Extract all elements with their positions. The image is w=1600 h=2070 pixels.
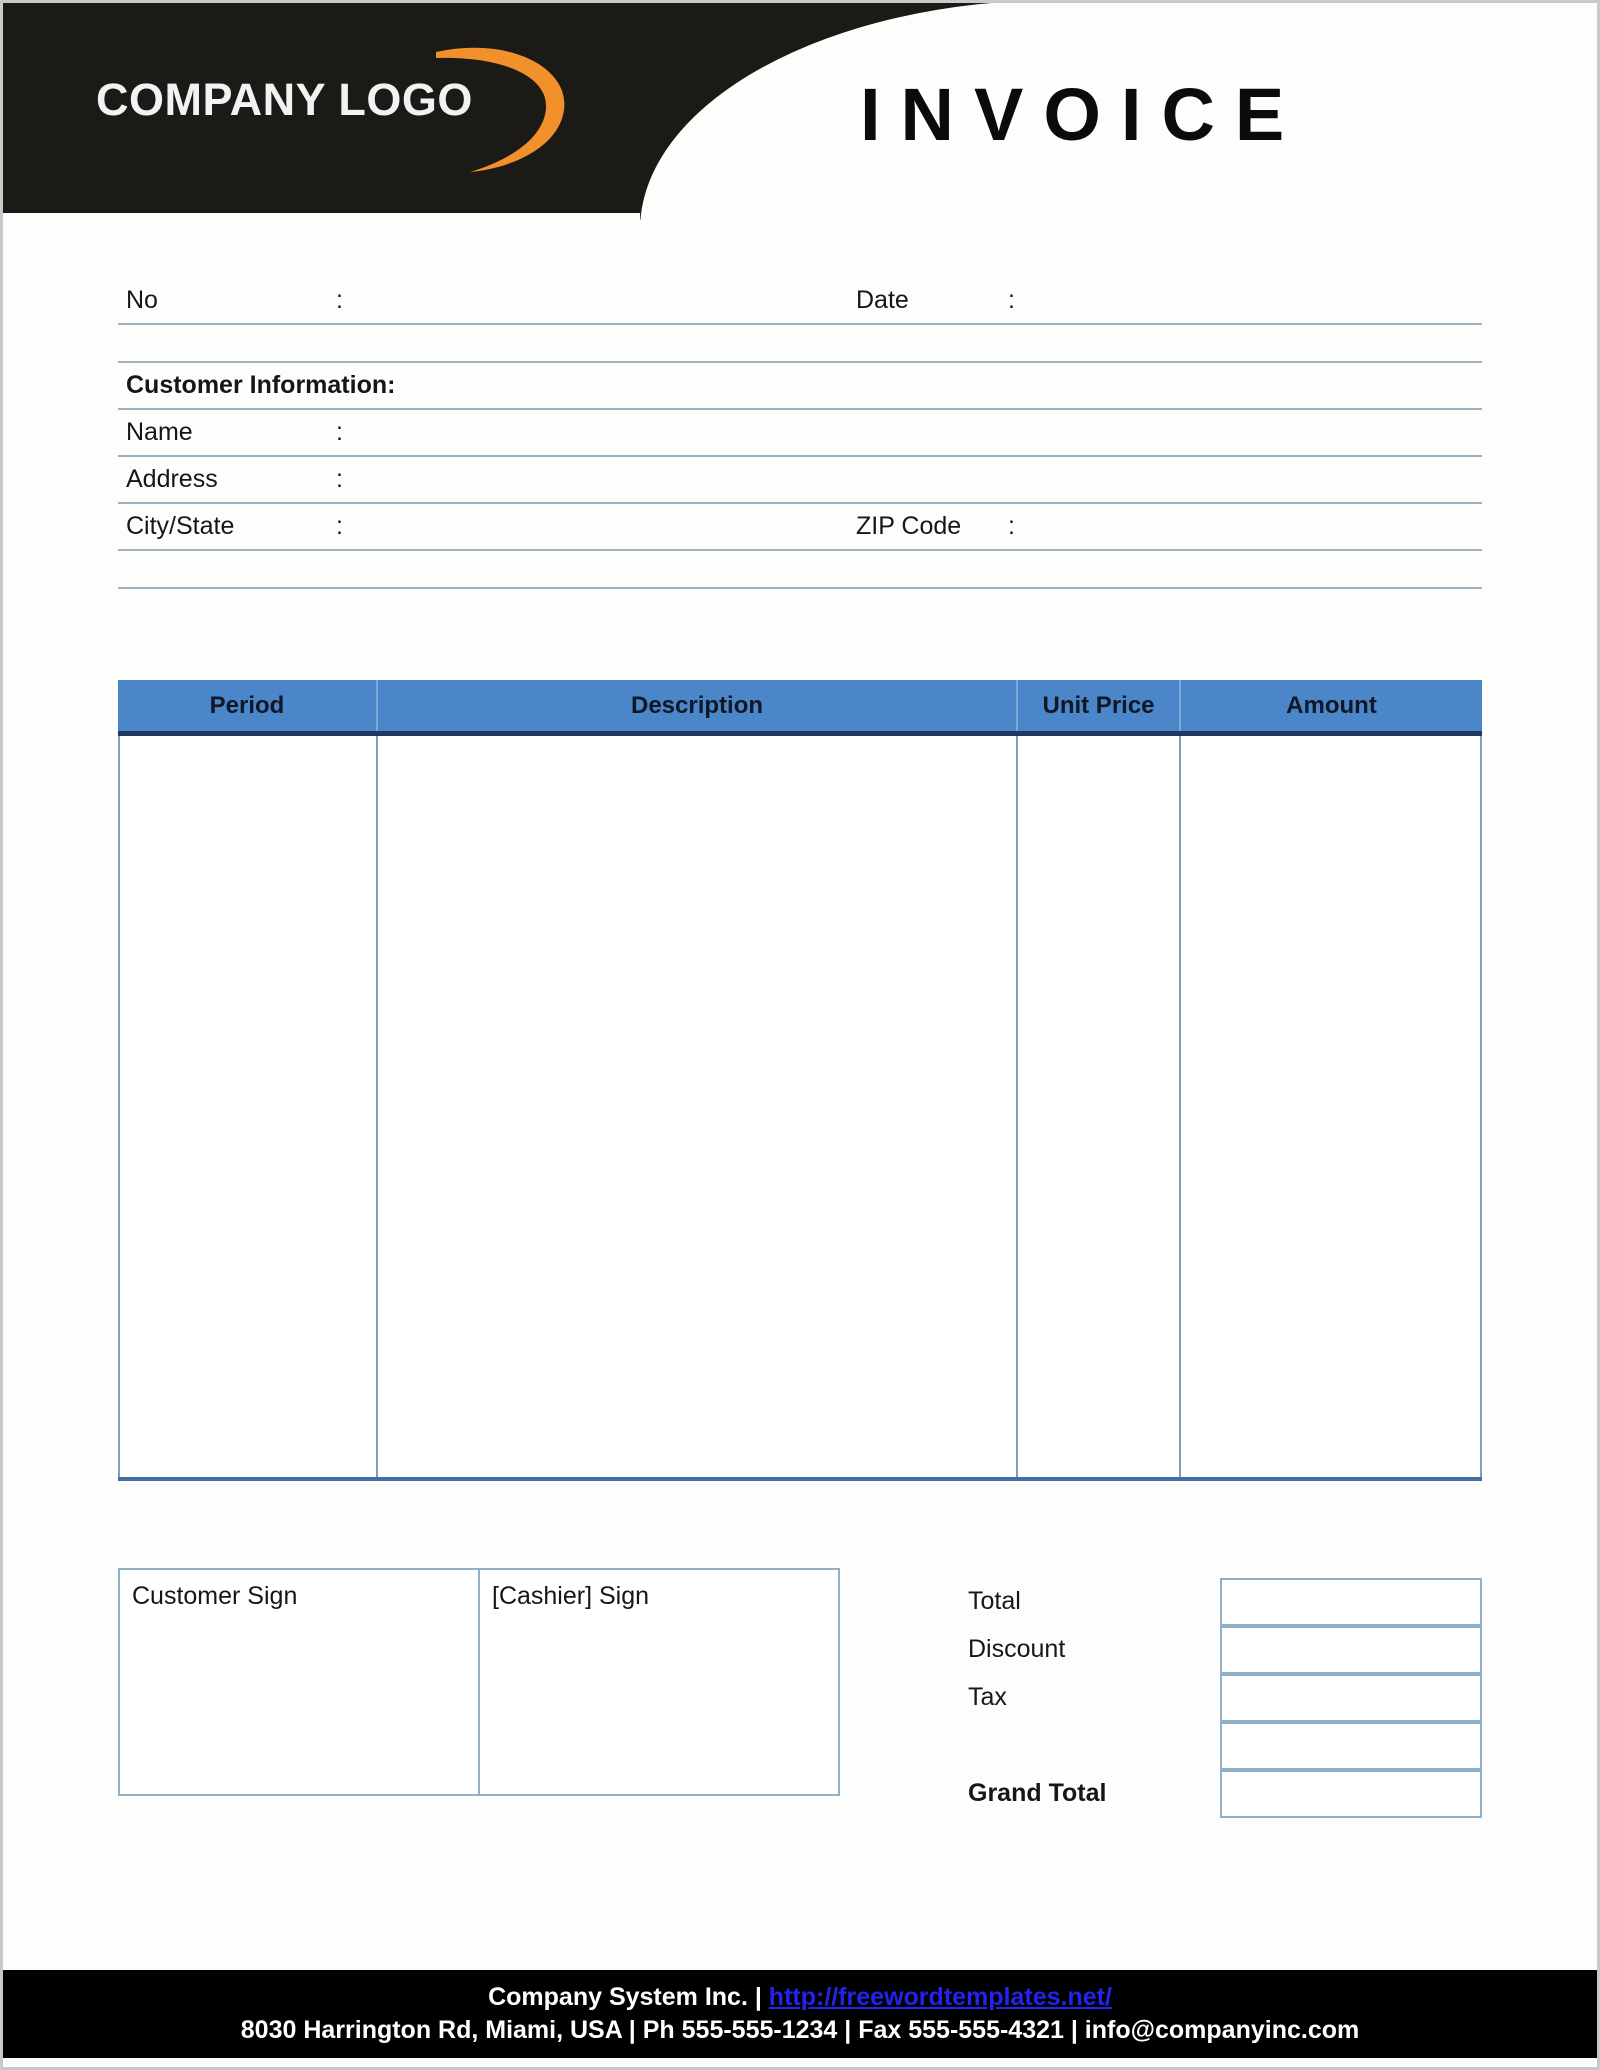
grand-total-label: Grand Total [968, 1779, 1107, 1807]
customer-sign-label: Customer Sign [132, 1582, 298, 1610]
line-items-table: Period Description Unit Price Amount [118, 680, 1482, 1481]
total-label: Total [968, 1587, 1021, 1615]
line-items-amount-column[interactable] [1179, 736, 1482, 1477]
column-header-amount-label: Amount [1286, 691, 1377, 719]
footer-company-name: Company System Inc. | [488, 1983, 769, 2011]
column-header-unit-price: Unit Price [1016, 680, 1179, 731]
field-row-city-state-zip: City/State : ZIP Code : [118, 504, 1482, 551]
discount-label: Discount [968, 1635, 1066, 1663]
totals-row-tax: Tax [968, 1674, 1482, 1722]
invoice-page: COMPANY LOGO INVOICE No : Date : Custome… [0, 0, 1600, 2070]
grand-total-value-box[interactable] [1220, 1770, 1482, 1818]
date-colon: : [1008, 286, 1015, 314]
totals-section: Total Discount Tax Grand Total [968, 1578, 1482, 1818]
address-colon: : [336, 465, 343, 493]
line-items-description-column[interactable] [376, 736, 1016, 1477]
blank-value-box[interactable] [1220, 1722, 1482, 1770]
footer-address-line: 8030 Harrington Rd, Miami, USA | Ph 555-… [240, 2016, 1360, 2044]
address-label: Address [126, 465, 218, 493]
page-footer: Company System Inc. | http://freewordtem… [0, 1970, 1600, 2058]
footer-company-line: Company System Inc. | http://freewordtem… [488, 1981, 1112, 2014]
line-items-period-column[interactable] [118, 736, 376, 1477]
footer-website-link[interactable]: http://freewordtemplates.net/ [769, 1983, 1112, 2011]
totals-row-discount: Discount [968, 1626, 1482, 1674]
signature-box: Customer Sign [Cashier] Sign [118, 1568, 840, 1796]
column-header-unit-price-label: Unit Price [1042, 691, 1155, 719]
city-state-colon: : [336, 512, 343, 540]
totals-row-grand-total: Grand Total [968, 1770, 1482, 1818]
line-items-unit-price-column[interactable] [1016, 736, 1179, 1477]
column-header-period-label: Period [209, 691, 285, 719]
company-logo-text: COMPANY LOGO [96, 74, 473, 125]
customer-sign-cell[interactable]: Customer Sign [120, 1570, 478, 1794]
page-title: INVOICE [860, 73, 1305, 156]
column-header-description: Description [376, 680, 1016, 731]
invoice-form-fields: No : Date : Customer Information: Name :… [118, 278, 1482, 589]
total-value-box[interactable] [1220, 1578, 1482, 1626]
totals-row-total: Total [968, 1578, 1482, 1626]
date-label: Date [856, 286, 909, 314]
zip-code-label: ZIP Code [856, 512, 962, 540]
column-header-description-label: Description [630, 691, 764, 719]
cashier-sign-cell[interactable]: [Cashier] Sign [478, 1570, 838, 1794]
column-header-period: Period [118, 680, 376, 731]
field-row-address: Address : [118, 457, 1482, 504]
field-row-trailing-blank [118, 551, 1482, 589]
city-state-label: City/State [126, 512, 235, 540]
field-row-name: Name : [118, 410, 1482, 457]
customer-information-heading-row: Customer Information: [118, 363, 1482, 410]
orange-swoosh-icon [436, 47, 565, 172]
field-row-no-date: No : Date : [118, 278, 1482, 325]
tax-label: Tax [968, 1683, 1007, 1711]
zip-code-colon: : [1008, 512, 1015, 540]
name-colon: : [336, 418, 343, 446]
line-items-header-row: Period Description Unit Price Amount [118, 680, 1482, 736]
field-row-blank [118, 325, 1482, 363]
totals-row-blank [968, 1722, 1482, 1770]
column-header-amount: Amount [1179, 680, 1482, 731]
tax-value-box[interactable] [1220, 1674, 1482, 1722]
cashier-sign-label: [Cashier] Sign [492, 1582, 650, 1610]
company-logo: COMPANY LOGO [96, 47, 616, 172]
customer-information-heading: Customer Information: [126, 371, 396, 399]
no-colon: : [336, 286, 343, 314]
discount-value-box[interactable] [1220, 1626, 1482, 1674]
page-header: COMPANY LOGO INVOICE [0, 0, 1600, 230]
line-items-body [118, 736, 1482, 1481]
name-label: Name [126, 418, 193, 446]
no-label: No [126, 286, 158, 314]
